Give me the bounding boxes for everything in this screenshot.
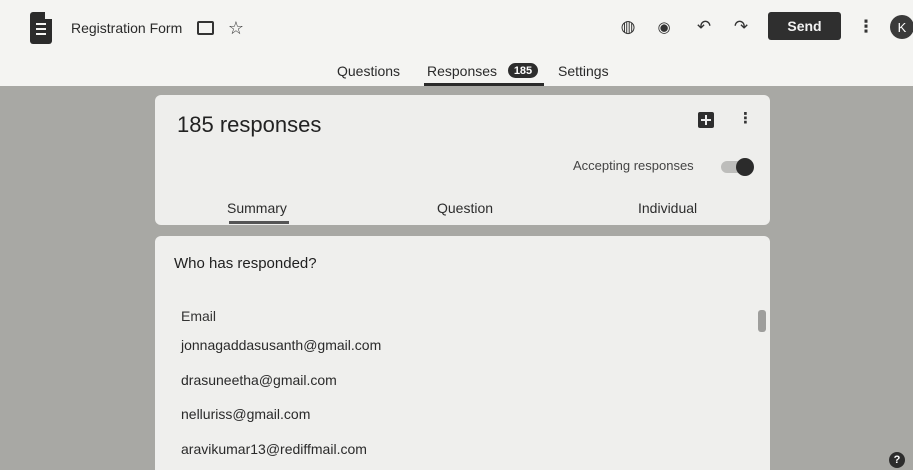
subtab-individual[interactable]: Individual: [638, 200, 697, 216]
sheets-icon[interactable]: [698, 112, 714, 128]
top-header: Registration Form ☆ ◍ ◉ ↶ ↷ Send ⋮ K: [0, 0, 913, 58]
form-title[interactable]: Registration Form: [71, 20, 182, 36]
undo-icon[interactable]: ↶: [693, 14, 715, 40]
star-icon[interactable]: ☆: [226, 16, 246, 40]
send-button[interactable]: Send: [768, 12, 841, 40]
avatar[interactable]: K: [890, 15, 913, 39]
list-item: nelluriss@gmail.com: [181, 406, 311, 422]
form-icon[interactable]: [30, 12, 52, 44]
responses-summary-card: 185 responses ⋮ Accepting responses Summ…: [155, 95, 770, 225]
accepting-responses-toggle[interactable]: [721, 158, 754, 176]
responses-count-badge: 185: [508, 63, 538, 78]
subtab-question[interactable]: Question: [437, 200, 493, 216]
redo-icon[interactable]: ↷: [730, 14, 752, 40]
list-item: jonnagaddasusanth@gmail.com: [181, 337, 382, 353]
list-item: drasuneetha@gmail.com: [181, 372, 337, 388]
scrollbar[interactable]: [758, 310, 766, 332]
form-tabs: Questions Responses 185 Settings: [0, 58, 913, 86]
toggle-knob: [736, 158, 754, 176]
who-responded-card: Who has responded? Email jonnagaddasusan…: [155, 236, 770, 470]
eye-icon[interactable]: ◉: [653, 14, 675, 40]
more-vert-icon[interactable]: ⋮: [738, 109, 753, 127]
active-subtab-indicator: [229, 221, 289, 224]
responses-count-title: 185 responses: [177, 112, 322, 137]
list-item: aravikumar13@rediffmail.com: [181, 441, 367, 457]
tab-settings[interactable]: Settings: [558, 63, 609, 79]
tab-responses[interactable]: Responses: [427, 63, 497, 79]
subtab-summary[interactable]: Summary: [227, 200, 287, 216]
tab-questions[interactable]: Questions: [337, 63, 400, 79]
card-heading: Who has responded?: [174, 255, 317, 272]
email-column-header: Email: [181, 308, 217, 324]
help-icon[interactable]: ?: [889, 452, 905, 468]
folder-icon[interactable]: [197, 21, 214, 35]
more-vert-icon[interactable]: ⋮: [858, 14, 875, 40]
accepting-responses-label: Accepting responses: [573, 158, 694, 173]
palette-icon[interactable]: ◍: [617, 14, 639, 40]
